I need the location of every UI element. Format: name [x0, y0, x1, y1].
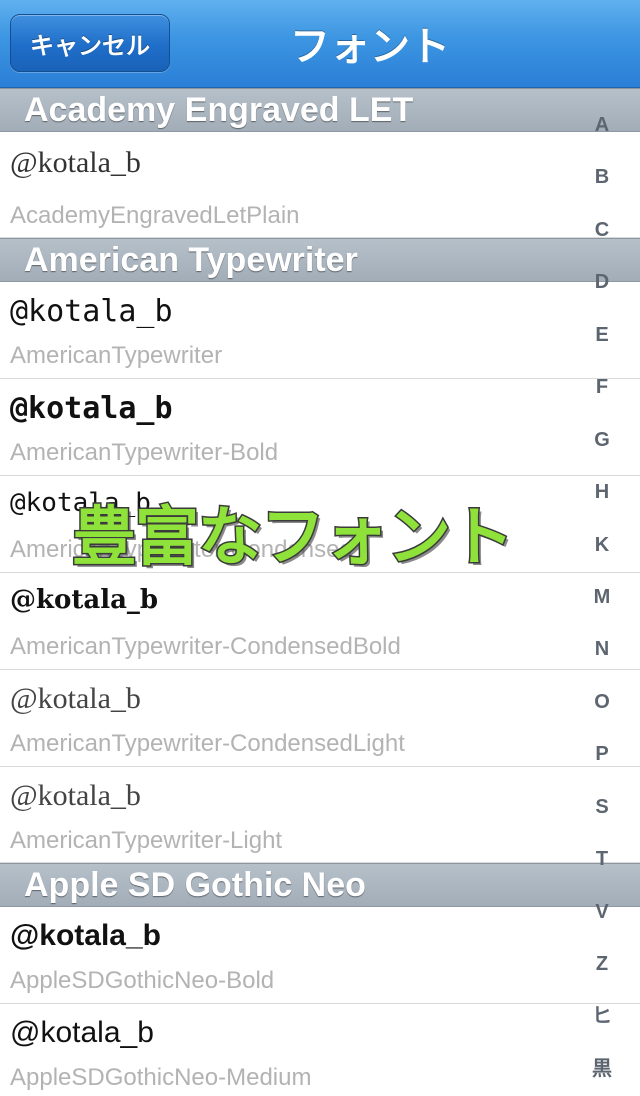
page-title: フォント: [290, 24, 450, 70]
index-item-a[interactable]: A: [582, 112, 622, 138]
index-item-k[interactable]: K: [582, 532, 622, 558]
font-sample: @kotala_b: [10, 146, 141, 179]
section-header-american-typewriter: American Typewriter: [0, 238, 640, 282]
font-row-apple-sd-gothic-neo-medium[interactable]: @kotala_b AppleSDGothicNeo-Medium: [0, 1004, 640, 1096]
index-item-kuro[interactable]: 黒: [582, 1056, 622, 1082]
font-postscript-name: AmericanTypewriter-Light: [10, 827, 283, 854]
font-postscript-name: AppleSDGothicNeo-Bold: [10, 967, 275, 994]
font-postscript-name: AmericanTypewriter-CondensedLight: [10, 730, 405, 757]
index-item-f[interactable]: F: [582, 374, 622, 400]
index-item-g[interactable]: G: [582, 427, 622, 453]
font-picker-screen: キャンセル フォント Academy Engraved LET @kotala_…: [0, 0, 640, 1096]
font-postscript-name: AppleSDGothicNeo-Medium: [10, 1064, 312, 1091]
font-sample: @kotala_b: [10, 919, 161, 952]
font-sample: @kotala_b: [10, 1016, 154, 1049]
font-row-apple-sd-gothic-neo-bold[interactable]: @kotala_b AppleSDGothicNeo-Bold: [0, 907, 640, 1004]
section-index-bar[interactable]: A B C D E F G H K M N O P S T V Z ヒ 黒: [564, 112, 640, 1082]
font-row-american-typewriter-bold[interactable]: @kotala_b AmericanTypewriter-Bold: [0, 379, 640, 476]
index-item-hi[interactable]: ヒ: [582, 1003, 622, 1029]
font-row-academy-engraved-plain[interactable]: @kotala_b AcademyEngravedLetPlain: [0, 132, 640, 238]
navigation-bar: キャンセル フォント: [0, 0, 640, 88]
font-row-american-typewriter-condensed-bold[interactable]: @kotala_b AmericanTypewriter-CondensedBo…: [0, 573, 640, 670]
index-item-s[interactable]: S: [582, 794, 622, 820]
font-sample: @kotala_b: [10, 585, 159, 615]
promo-overlay-caption: 豊富なフォント: [71, 500, 516, 577]
index-item-e[interactable]: E: [582, 322, 622, 348]
index-item-c[interactable]: C: [582, 217, 622, 243]
index-item-p[interactable]: P: [582, 741, 622, 767]
index-item-d[interactable]: D: [582, 269, 622, 295]
index-item-o[interactable]: O: [582, 689, 622, 715]
index-item-m[interactable]: M: [582, 584, 622, 610]
font-postscript-name: AcademyEngravedLetPlain: [10, 202, 300, 229]
index-item-z[interactable]: Z: [582, 951, 622, 977]
font-postscript-name: AmericanTypewriter-Bold: [10, 439, 279, 466]
font-postscript-name: AmericanTypewriter-CondensedBold: [10, 633, 401, 660]
font-sample: @kotala_b: [10, 391, 173, 426]
font-sample: @kotala_b: [10, 779, 141, 812]
index-item-t[interactable]: T: [582, 846, 622, 872]
section-header-academy-engraved: Academy Engraved LET: [0, 88, 640, 132]
index-item-b[interactable]: B: [582, 164, 622, 190]
font-row-american-typewriter-light[interactable]: @kotala_b AmericanTypewriter-Light: [0, 767, 640, 863]
index-item-v[interactable]: V: [582, 899, 622, 925]
font-row-american-typewriter-condensed-light[interactable]: @kotala_b AmericanTypewriter-CondensedLi…: [0, 670, 640, 767]
index-item-n[interactable]: N: [582, 636, 622, 662]
section-header-apple-sd-gothic-neo: Apple SD Gothic Neo: [0, 863, 640, 907]
font-sample: @kotala_b: [10, 682, 141, 715]
font-postscript-name: AmericanTypewriter: [10, 342, 223, 369]
font-sample: @kotala_b: [10, 294, 173, 329]
index-item-h[interactable]: H: [582, 479, 622, 505]
cancel-button[interactable]: キャンセル: [10, 14, 170, 72]
font-list[interactable]: Academy Engraved LET @kotala_b AcademyEn…: [0, 88, 640, 1096]
font-row-american-typewriter[interactable]: @kotala_b AmericanTypewriter: [0, 282, 640, 379]
